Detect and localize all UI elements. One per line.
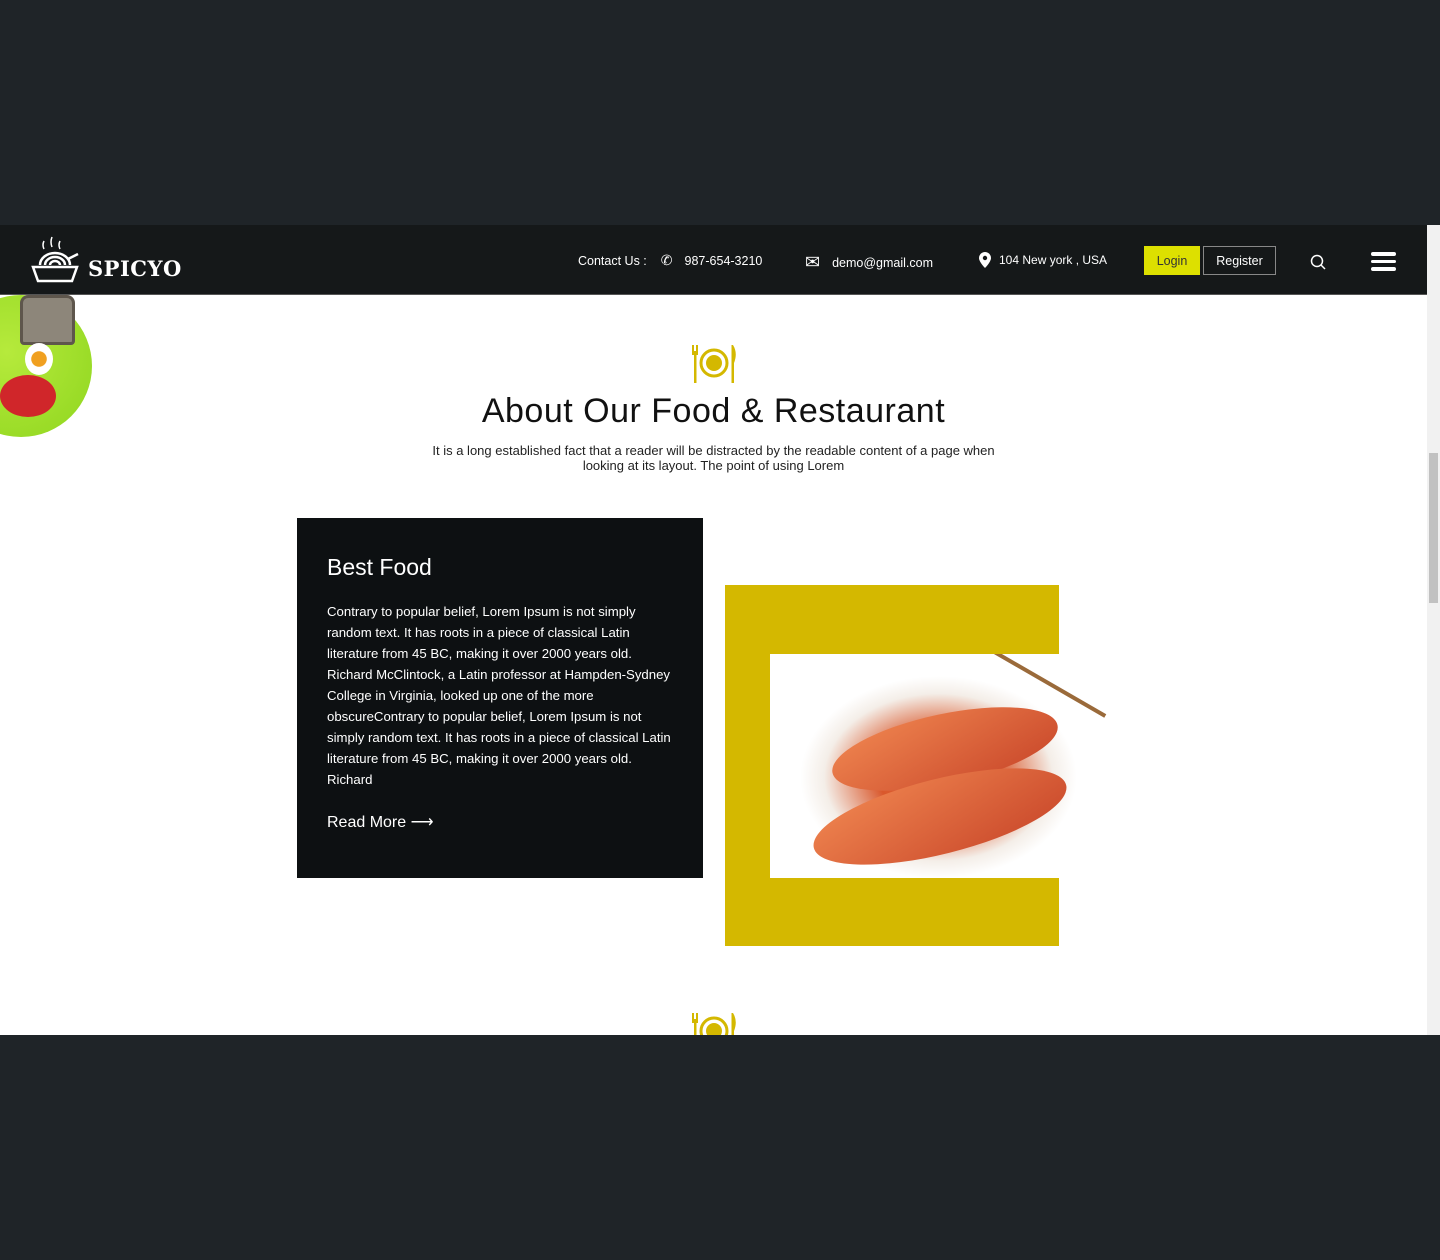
- logo-text: SPICYO: [88, 256, 182, 281]
- contact-label: Contact Us :: [578, 253, 647, 268]
- location-pin-icon: [979, 252, 991, 268]
- contact-email[interactable]: ✉ demo@gmail.com: [805, 252, 933, 273]
- card-body: Contrary to popular belief, Lorem Ipsum …: [327, 604, 671, 787]
- bread-image: [20, 295, 75, 345]
- search-icon[interactable]: [1310, 254, 1326, 270]
- site-header: SPICYO Contact Us : ✆ 987-654-3210 ✉ dem…: [0, 225, 1427, 295]
- register-button[interactable]: Register: [1203, 246, 1276, 275]
- plate-cutlery-icon: [692, 345, 736, 383]
- page-title: About Our Food & Restaurant: [481, 392, 946, 430]
- contact-address[interactable]: 104 New york , USA: [979, 252, 1107, 268]
- logo[interactable]: SPICYO: [30, 235, 182, 285]
- email-text: demo@gmail.com: [832, 255, 934, 270]
- read-more-link[interactable]: Read More ⟶: [327, 812, 434, 832]
- plate-cutlery-icon: [692, 1013, 736, 1035]
- egg-image: [25, 343, 53, 375]
- salmon-dish-image: [770, 654, 1107, 878]
- hamburger-menu-icon[interactable]: [1371, 252, 1396, 275]
- phone-number: 987-654-3210: [684, 253, 763, 268]
- bowl-logo-icon: [31, 236, 79, 283]
- address-text: 104 New york , USA: [999, 253, 1108, 267]
- mail-icon: ✉: [805, 252, 821, 272]
- card-title: Best Food: [327, 554, 432, 580]
- login-button[interactable]: Login: [1144, 246, 1200, 275]
- section-subtitle: It is a long established fact that a rea…: [432, 443, 995, 473]
- phone-icon: ✆: [660, 252, 673, 268]
- scrollbar-thumb[interactable]: [1429, 453, 1438, 603]
- contact-phone[interactable]: Contact Us : ✆ 987-654-3210: [578, 252, 762, 269]
- browser-viewport: SPICYO Contact Us : ✆ 987-654-3210 ✉ dem…: [0, 225, 1440, 1035]
- vertical-scrollbar[interactable]: [1427, 225, 1440, 1035]
- best-food-card: Best Food Contrary to popular belief, Lo…: [297, 518, 703, 878]
